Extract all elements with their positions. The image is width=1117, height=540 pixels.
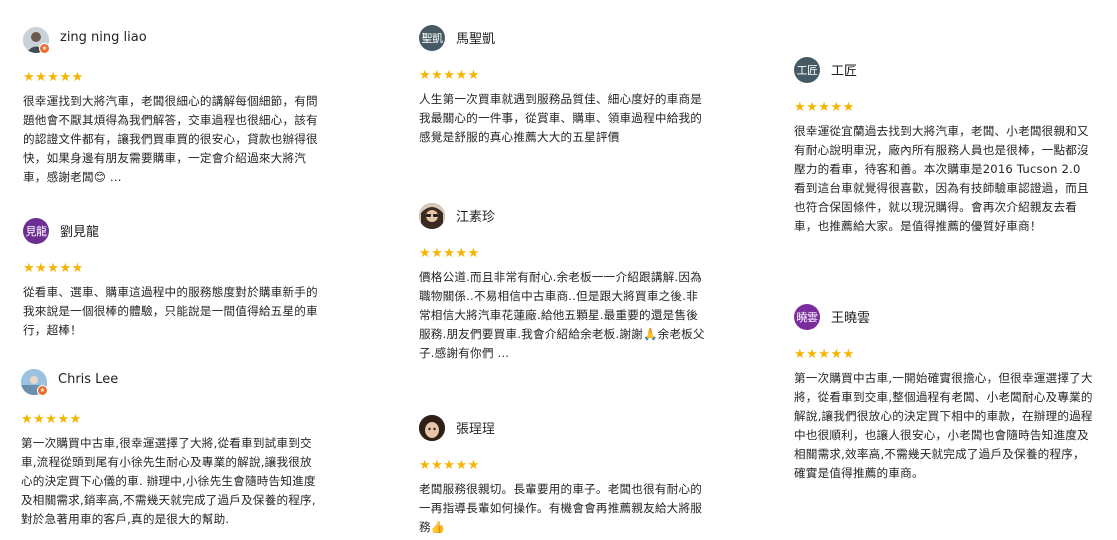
avatar-initials: 見龍 — [25, 225, 48, 238]
local-guide-badge-icon: ★ — [37, 385, 48, 396]
star-rating: ★★★★★ — [23, 261, 84, 276]
star-rating: ★★★★★ — [794, 100, 855, 115]
star-rating: ★★★★★ — [21, 412, 82, 427]
reviewer-name[interactable]: 江素珍 — [456, 206, 495, 225]
reviewer-name[interactable]: 馬聖凱 — [456, 28, 495, 47]
reviewer-avatar[interactable]: 曉雲 — [794, 304, 820, 330]
review-text: 從看車、選車、購車這過程中的服務態度對於購車新手的我來說是一個很棒的體驗，只能說… — [23, 285, 318, 337]
review-card: 張珵珵 ★★★★★ 老闆服務很親切。長輩要用的車子。老闆也很有耐心的一再指導長輩… — [419, 415, 709, 537]
avatar-initials: 聖凱 — [421, 32, 444, 45]
review-card: 工匠 工匠 ★★★★★ 很幸運從宜蘭過去找到大將汽車，老闆、小老闆很親和又有耐心… — [794, 57, 1096, 236]
reviewer-avatar[interactable]: 工匠 — [794, 57, 820, 83]
review-card: ★ Chris Lee ★★★★★ 第一次購買中古車,很幸運選擇了大將,從看車到… — [21, 369, 321, 529]
reviewer-name[interactable]: 張珵珵 — [456, 418, 495, 437]
person-photo-icon — [419, 203, 445, 229]
reviewer-avatar[interactable] — [419, 203, 445, 229]
review-card: 曉雲 王曉雲 ★★★★★ 第一次購買中古車,一開始確實很擔心，但很幸運選擇了大將… — [794, 304, 1096, 483]
review-text: 人生第一次買車就遇到服務品質佳、細心度好的車商是我最關心的一件事，從賞車、購車、… — [419, 92, 703, 144]
star-rating: ★★★★★ — [419, 68, 480, 83]
reviewer-avatar[interactable]: 見龍 — [23, 218, 49, 244]
review-card: ★ zing ning liao ★★★★★ 很幸運找到大將汽車，老闆很細心的講… — [23, 27, 323, 187]
person-photo-icon — [419, 415, 445, 441]
review-card: 江素珍 ★★★★★ 價格公道.而且非常有耐心.余老板一一介紹跟講解.因為職物關係… — [419, 203, 709, 363]
star-rating: ★★★★★ — [794, 347, 855, 362]
star-rating: ★★★★★ — [23, 70, 84, 85]
review-text: 老闆服務很親切。長輩要用的車子。老闆也很有耐心的一再指導長輩如何操作。有機會會再… — [419, 482, 703, 534]
reviewer-avatar[interactable]: 聖凱 — [419, 25, 445, 51]
reviewer-avatar[interactable] — [419, 415, 445, 441]
review-card: 聖凱 馬聖凱 ★★★★★ 人生第一次買車就遇到服務品質佳、細心度好的車商是我最關… — [419, 25, 709, 147]
reviewer-name[interactable]: 工匠 — [831, 60, 857, 79]
reviewer-name[interactable]: 王曉雲 — [831, 307, 870, 326]
reviewer-name[interactable]: Chris Lee — [58, 372, 118, 387]
review-text: 很幸運找到大將汽車，老闆很細心的講解每個細節，有問題他會不厭其煩得為我們解答，交… — [23, 94, 318, 184]
local-guide-badge-icon: ★ — [39, 43, 50, 54]
reviewer-name[interactable]: zing ning liao — [60, 30, 147, 45]
review-text: 第一次購買中古車,很幸運選擇了大將,從看車到試車到交車,流程從頭到尾有小徐先生耐… — [21, 436, 316, 526]
review-text: 很幸運從宜蘭過去找到大將汽車，老闆、小老闆很親和又有耐心說明車況，廠內所有服務人… — [794, 124, 1089, 233]
avatar-initials: 曉雲 — [796, 311, 819, 324]
avatar-initials: 工匠 — [796, 64, 819, 77]
star-rating: ★★★★★ — [419, 246, 480, 261]
review-text: 價格公道.而且非常有耐心.余老板一一介紹跟講解.因為職物關係..不易相信中古車商… — [419, 270, 705, 360]
review-text: 第一次購買中古車,一開始確實很擔心，但很幸運選擇了大將，從看車到交車,整個過程有… — [794, 371, 1093, 480]
reviewer-name[interactable]: 劉見龍 — [60, 221, 99, 240]
review-card: 見龍 劉見龍 ★★★★★ 從看車、選車、購車這過程中的服務態度對於購車新手的我來… — [23, 218, 323, 340]
star-rating: ★★★★★ — [419, 458, 480, 473]
